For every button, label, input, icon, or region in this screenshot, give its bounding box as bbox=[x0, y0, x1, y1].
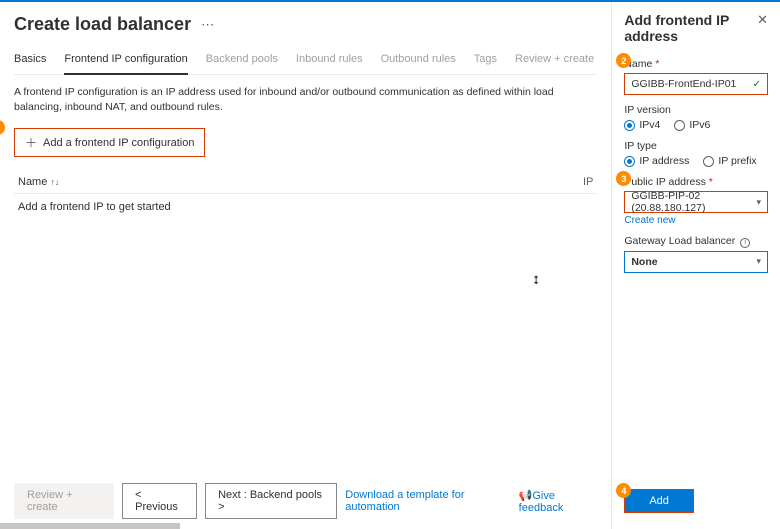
ipv4-label: IPv4 bbox=[639, 119, 660, 131]
tab-frontend-ip[interactable]: Frontend IP configuration bbox=[64, 49, 187, 75]
ip-address-label: IP address bbox=[639, 155, 689, 167]
panel-title: Add frontend IP address bbox=[624, 12, 757, 44]
previous-button[interactable]: < Previous bbox=[122, 483, 197, 519]
add-frontend-ip-panel: Add frontend IP address ✕ 2 Name * GGIBB… bbox=[611, 2, 780, 529]
name-input[interactable]: GGIBB-FrontEnd-IP01 ✓ bbox=[624, 73, 768, 95]
next-button[interactable]: Next : Backend pools > bbox=[205, 483, 337, 519]
ip-version-label: IP version bbox=[624, 104, 768, 116]
create-new-link[interactable]: Create new bbox=[624, 215, 675, 226]
public-ip-label: Public IP address * bbox=[624, 176, 768, 188]
table-header: Name ↑↓ IP bbox=[14, 171, 597, 193]
public-ip-select[interactable]: GGIBB-PIP-02 (20.88.180.127) ▾ bbox=[624, 191, 768, 213]
ip-type-label: IP type bbox=[624, 140, 768, 152]
chevron-down-icon: ▾ bbox=[756, 197, 761, 208]
column-name-label: Name bbox=[18, 176, 47, 188]
add-frontend-ip-button[interactable]: ＋ Add a frontend IP configuration bbox=[14, 128, 205, 157]
tab-description: A frontend IP configuration is an IP add… bbox=[14, 85, 597, 114]
download-template-link[interactable]: Download a template for automation bbox=[345, 489, 510, 513]
more-actions-icon[interactable]: ⋯ bbox=[201, 17, 214, 33]
annotation-marker-1: 1 bbox=[0, 120, 5, 135]
review-create-button[interactable]: Review + create bbox=[14, 483, 114, 519]
table-empty-message: Add a frontend IP to get started bbox=[14, 194, 597, 220]
gateway-lb-value: None bbox=[631, 256, 657, 268]
radio-ipv4[interactable]: IPv4 bbox=[624, 119, 660, 131]
tab-outbound-rules[interactable]: Outbound rules bbox=[381, 49, 456, 74]
public-ip-value: GGIBB-PIP-02 (20.88.180.127) bbox=[631, 190, 756, 214]
plus-icon: ＋ bbox=[25, 134, 37, 151]
name-label: Name * bbox=[624, 58, 768, 70]
check-icon: ✓ bbox=[753, 79, 761, 90]
name-input-value: GGIBB-FrontEnd-IP01 bbox=[631, 78, 736, 90]
radio-ipv6[interactable]: IPv6 bbox=[674, 119, 710, 131]
page-title: Create load balancer bbox=[14, 14, 191, 35]
column-header-name[interactable]: Name ↑↓ bbox=[18, 176, 573, 188]
radio-ip-prefix[interactable]: IP prefix bbox=[703, 155, 756, 167]
ip-prefix-label: IP prefix bbox=[718, 155, 756, 167]
gateway-lb-select[interactable]: None ▾ bbox=[624, 251, 768, 273]
close-icon[interactable]: ✕ bbox=[757, 12, 768, 28]
ipv6-label: IPv6 bbox=[689, 119, 710, 131]
wizard-footer: Review + create < Previous Next : Backen… bbox=[0, 473, 611, 529]
mouse-cursor-icon: ⭥ bbox=[533, 273, 539, 288]
horizontal-scrollbar[interactable] bbox=[0, 523, 180, 529]
add-frontend-ip-label: Add a frontend IP configuration bbox=[43, 137, 194, 149]
tab-basics[interactable]: Basics bbox=[14, 49, 46, 74]
chevron-down-icon: ▾ bbox=[756, 256, 761, 267]
tab-tags[interactable]: Tags bbox=[474, 49, 497, 74]
column-header-ip[interactable]: IP bbox=[573, 176, 593, 188]
add-button[interactable]: Add bbox=[624, 489, 694, 513]
radio-ip-address[interactable]: IP address bbox=[624, 155, 689, 167]
tab-backend-pools[interactable]: Backend pools bbox=[206, 49, 278, 74]
tab-review-create[interactable]: Review + create bbox=[515, 49, 594, 74]
gateway-lb-label: Gateway Load balancer i bbox=[624, 235, 768, 248]
info-icon[interactable]: i bbox=[740, 238, 750, 248]
feedback-label: Give feedback bbox=[519, 490, 564, 514]
give-feedback-link[interactable]: 📢Give feedback bbox=[519, 489, 598, 514]
sort-arrow-icon: ↑↓ bbox=[50, 177, 59, 187]
tab-inbound-rules[interactable]: Inbound rules bbox=[296, 49, 363, 74]
wizard-tabs: Basics Frontend IP configuration Backend… bbox=[14, 49, 597, 75]
